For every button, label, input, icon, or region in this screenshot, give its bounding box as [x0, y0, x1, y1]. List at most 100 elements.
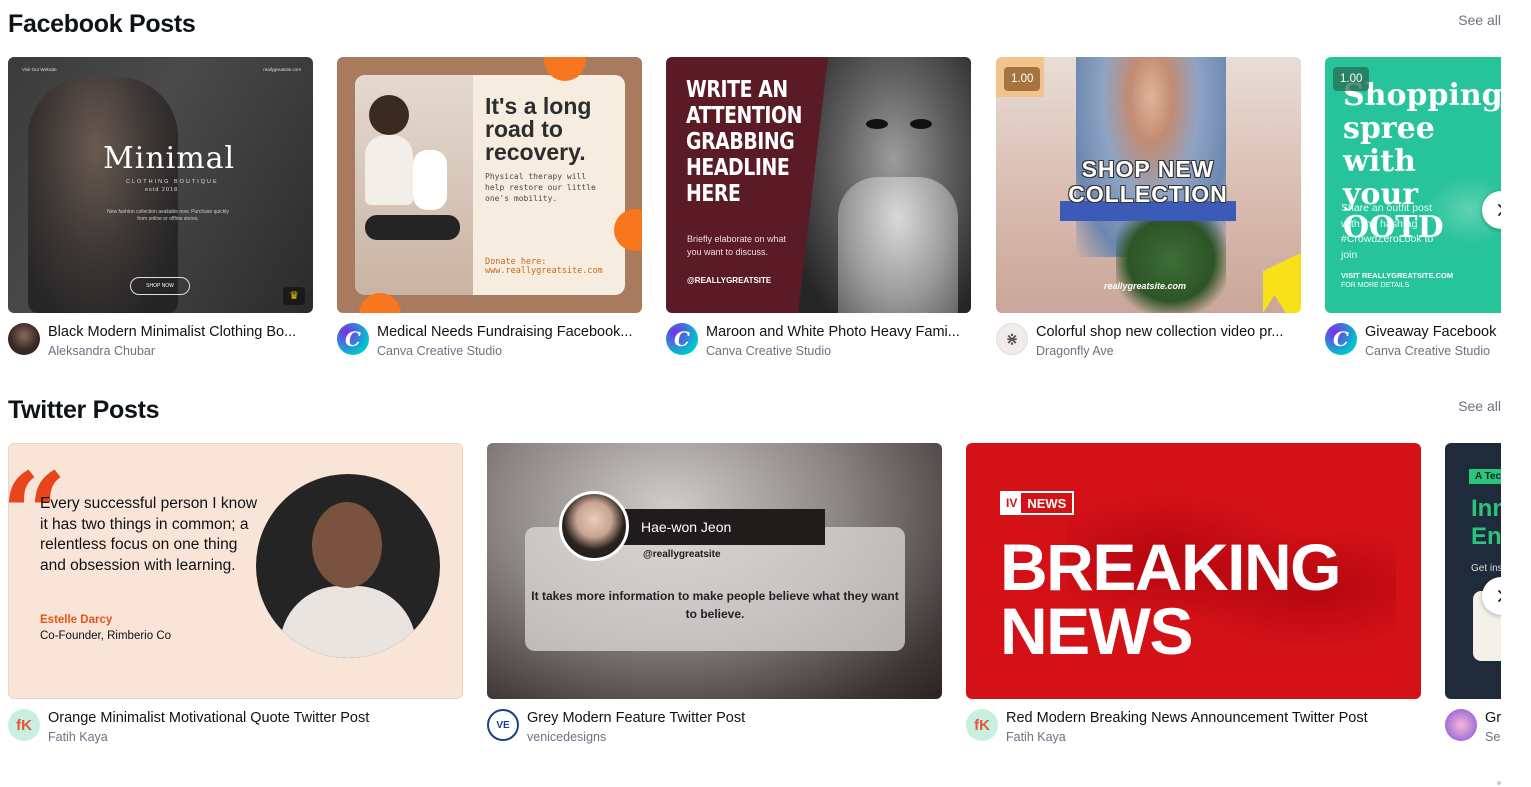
avatar: C: [1325, 323, 1357, 355]
thumbnail-headline: Minimal: [103, 141, 236, 176]
thumbnail-handle: @reallygreatsite: [643, 549, 721, 560]
card-author[interactable]: Fatih Kaya: [48, 730, 463, 744]
see-all-link[interactable]: See all: [1458, 12, 1501, 28]
thumbnail-text: FOR MORE DETAILS: [1341, 282, 1410, 289]
thumbnail-body: New fashion collection available now. Pu…: [107, 209, 229, 222]
template-card[interactable]: WRITE AN ATTENTION GRABBING HEADLINE HER…: [666, 57, 971, 365]
thumbnail-button: SHOP NOW: [130, 277, 190, 295]
card-author[interactable]: Canva Creative Studio: [1365, 344, 1501, 358]
card-meta: VE Grey Modern Feature Twitter Post veni…: [487, 707, 942, 751]
template-thumbnail[interactable]: It's a long road to recovery. Physical t…: [337, 57, 642, 313]
card-title[interactable]: Medical Needs Fundraising Facebook...: [377, 324, 642, 340]
template-thumbnail[interactable]: “ Every successful person I know it has …: [8, 443, 463, 699]
section-header: Facebook Posts See all: [8, 0, 1501, 57]
card-meta: Black Modern Minimalist Clothing Bo... A…: [8, 321, 313, 365]
card-meta: ⋇ Colorful shop new collection video pr.…: [996, 321, 1301, 365]
card-author[interactable]: Se: [1485, 730, 1501, 744]
thumbnail-photo: [256, 474, 440, 658]
card-meta: fK Red Modern Breaking News Announcement…: [966, 707, 1421, 751]
thumbnail-url: www.reallygreatsite.com: [485, 266, 603, 276]
dragonfly-icon: ⋇: [996, 323, 1028, 355]
chevron-right-icon: [1498, 204, 1501, 216]
thumbnail-photo: [559, 491, 629, 561]
thumbnail-text: VISIT REALLYGREATSITE.COM: [1341, 271, 1454, 280]
thumbnail-tag: A Tec: [1469, 469, 1501, 484]
avatar: fK: [966, 709, 998, 741]
thumbnail-headline: SHOP NEW COLLECTION: [1068, 156, 1228, 207]
section-title: Facebook Posts: [8, 10, 196, 38]
thumbnail-name: Estelle Darcy: [40, 614, 113, 626]
decor-shape: [1263, 253, 1301, 313]
thumbnail-photo: [1116, 207, 1226, 313]
crown-icon: ♛: [283, 287, 305, 305]
template-card[interactable]: Visit Our Website reallygreatsite.com Mi…: [8, 57, 313, 365]
avatar: fK: [8, 709, 40, 741]
template-card[interactable]: “ Every successful person I know it has …: [8, 443, 463, 751]
thumbnail-body: Briefly elaborate on what you want to di…: [687, 234, 787, 257]
card-author[interactable]: Canva Creative Studio: [377, 344, 642, 358]
template-card[interactable]: Shopping spree with your OOTD Share an o…: [1325, 57, 1501, 365]
news-logo: IV NEWS: [1000, 491, 1075, 515]
card-meta: fK Orange Minimalist Motivational Quote …: [8, 707, 463, 751]
card-title[interactable]: Maroon and White Photo Heavy Fami...: [706, 324, 971, 340]
see-all-link[interactable]: See all: [1458, 398, 1501, 414]
card-title[interactable]: Red Modern Breaking News Announcement Tw…: [1006, 710, 1421, 726]
card-author[interactable]: Fatih Kaya: [1006, 730, 1421, 744]
chevron-right-icon: [1498, 590, 1501, 602]
template-card[interactable]: IV NEWS BREAKING NEWS fK Red Modern Brea…: [966, 443, 1421, 751]
card-title[interactable]: Colorful shop new collection video pr...: [1036, 324, 1301, 340]
card-title[interactable]: Black Modern Minimalist Clothing Bo...: [48, 324, 313, 340]
avatar: C: [337, 323, 369, 355]
thumbnail-handle: @REALLYGREATSITE: [687, 276, 772, 285]
twitter-posts-section: Twitter Posts See all “ Every successful…: [8, 386, 1501, 744]
card-meta: Gr Se: [1445, 707, 1501, 751]
template-card[interactable]: Hae-won Jeon @reallygreatsite It takes m…: [487, 443, 942, 751]
thumbnail-body: Physical therapy will help restore our l…: [485, 172, 596, 203]
card-meta: C Giveaway Facebook Canva Creative Studi…: [1325, 321, 1501, 365]
thumbnail-body: It takes more information to make people…: [531, 589, 899, 621]
avatar: [1445, 709, 1477, 741]
card-title[interactable]: Gr: [1485, 710, 1501, 726]
thumbnail-subtitle: CLOTHING BOUTIQUE: [126, 179, 219, 185]
thumbnail-photo: [798, 57, 971, 313]
thumbnail-url: reallygreatsite.com: [1104, 281, 1187, 291]
thumbnail-quote: Every successful person I know it has tw…: [40, 495, 258, 574]
card-author[interactable]: Canva Creative Studio: [706, 344, 971, 358]
facebook-posts-section: Facebook Posts See all Visit Our Website…: [8, 0, 1501, 358]
decor-circle: [359, 293, 401, 313]
card-author[interactable]: venicedesigns: [527, 730, 942, 744]
card-meta: C Medical Needs Fundraising Facebook... …: [337, 321, 642, 365]
template-thumbnail[interactable]: Visit Our Website reallygreatsite.com Mi…: [8, 57, 313, 313]
logo-text: IV: [1002, 493, 1022, 513]
thumbnail-headline: BREAKING NEWS: [1000, 530, 1342, 668]
card-title[interactable]: Giveaway Facebook: [1365, 324, 1501, 340]
template-thumbnail[interactable]: A Tec Inn En Get ins: [1445, 443, 1501, 699]
card-author[interactable]: Aleksandra Chubar: [48, 344, 313, 358]
card-title[interactable]: Orange Minimalist Motivational Quote Twi…: [48, 710, 463, 726]
card-title[interactable]: Grey Modern Feature Twitter Post: [527, 710, 942, 726]
template-thumbnail[interactable]: WRITE AN ATTENTION GRABBING HEADLINE HER…: [666, 57, 971, 313]
template-thumbnail[interactable]: Shopping spree with your OOTD Share an o…: [1325, 57, 1501, 313]
thumbnail-role: Co-Founder, Rimberio Co: [40, 630, 172, 642]
template-thumbnail[interactable]: SHOP NEW COLLECTION reallygreatsite.com …: [996, 57, 1301, 313]
thumbnail-name: Hae-won Jeon: [613, 509, 825, 545]
card-meta: C Maroon and White Photo Heavy Fami... C…: [666, 321, 971, 365]
facebook-carousel: Visit Our Website reallygreatsite.com Mi…: [8, 57, 1501, 367]
card-author[interactable]: Dragonfly Ave: [1036, 344, 1301, 358]
scroll-indicator: [1497, 781, 1501, 785]
template-thumbnail[interactable]: Hae-won Jeon @reallygreatsite It takes m…: [487, 443, 942, 699]
thumbnail-headline: Inn En: [1471, 495, 1501, 550]
thumbnail-headline: WRITE AN ATTENTION GRABBING HEADLINE HER…: [686, 77, 802, 207]
avatar: [8, 323, 40, 355]
logo-text: NEWS: [1027, 495, 1067, 511]
duration-badge: 1.00: [1004, 67, 1041, 91]
thumbnail-text: estd 2018: [145, 187, 179, 193]
template-thumbnail[interactable]: IV NEWS BREAKING NEWS: [966, 443, 1421, 699]
thumbnail-text: reallygreatsite.com: [263, 67, 301, 72]
avatar: VE: [487, 709, 519, 741]
thumbnail-body: Get ins: [1471, 563, 1501, 574]
template-card[interactable]: SHOP NEW COLLECTION reallygreatsite.com …: [996, 57, 1301, 365]
template-card[interactable]: It's a long road to recovery. Physical t…: [337, 57, 642, 365]
avatar: C: [666, 323, 698, 355]
thumbnail-photo: [355, 75, 473, 295]
